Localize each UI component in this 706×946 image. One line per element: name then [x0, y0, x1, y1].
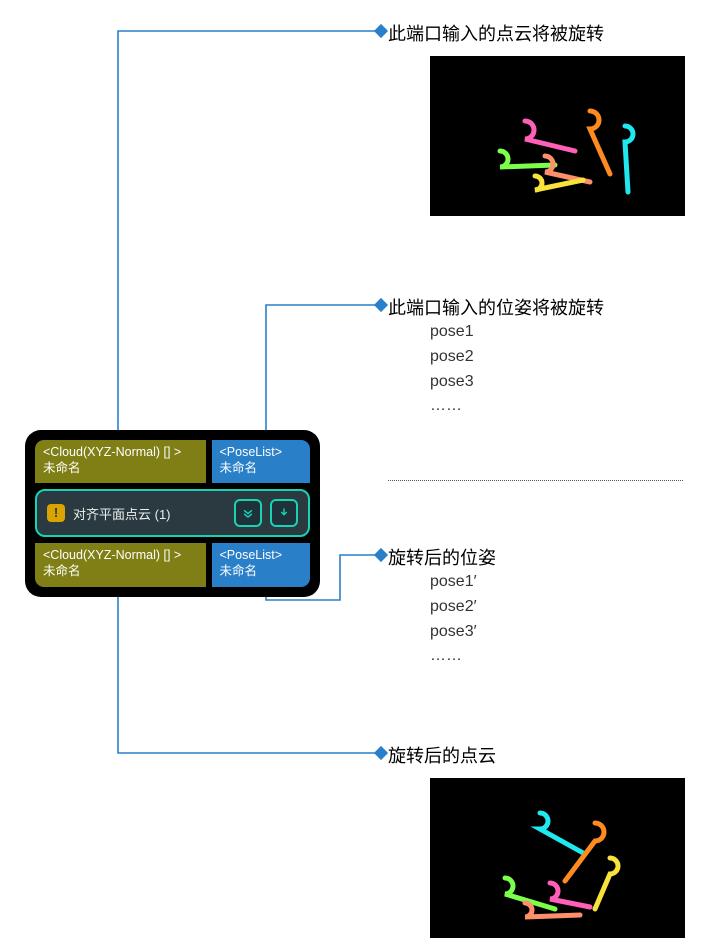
port-name: 未命名 — [43, 461, 198, 477]
diamond-marker — [374, 298, 388, 312]
port-name: 未命名 — [43, 564, 198, 580]
port-name: 未命名 — [220, 564, 303, 580]
annotation-heading: 旋转后的点云 — [388, 742, 685, 768]
annotation-output-pose: 旋转后的位姿 pose1′ pose2′ pose3′ …… — [388, 544, 496, 669]
annotation-line: pose2 — [430, 345, 604, 370]
diamond-marker — [374, 746, 388, 760]
port-type: <Cloud(XYZ-Normal) [] > — [43, 445, 198, 461]
input-port-cloud[interactable]: <Cloud(XYZ-Normal) [] > 未命名 — [35, 440, 206, 483]
node-title-bar[interactable]: ! 对齐平面点云 (1) — [35, 489, 310, 537]
annotation-line: pose2′ — [430, 595, 496, 620]
input-port-pose[interactable]: <PoseList> 未命名 — [212, 440, 311, 483]
annotation-line: pose3′ — [430, 620, 496, 645]
annotation-line: …… — [430, 644, 496, 669]
diamond-marker — [374, 24, 388, 38]
annotation-line: pose1 — [430, 320, 604, 345]
diamond-marker — [374, 548, 388, 562]
port-name: 未命名 — [220, 461, 303, 477]
annotation-heading: 此端口输入的位姿将被旋转 — [388, 294, 604, 320]
section-divider — [388, 480, 683, 481]
pointcloud-preview-after — [430, 778, 685, 938]
node-input-row: <Cloud(XYZ-Normal) [] > 未命名 <PoseList> 未… — [35, 440, 310, 483]
collapse-button[interactable] — [270, 499, 298, 527]
port-type: <PoseList> — [220, 548, 303, 564]
port-type: <PoseList> — [220, 445, 303, 461]
port-type: <Cloud(XYZ-Normal) [] > — [43, 548, 198, 564]
annotation-input-cloud: 此端口输入的点云将被旋转 — [388, 20, 685, 216]
warning-icon: ! — [47, 504, 65, 522]
annotation-heading: 旋转后的位姿 — [388, 544, 496, 570]
annotation-line: pose1′ — [430, 570, 496, 595]
node-title: 对齐平面点云 (1) — [73, 504, 226, 523]
expand-button[interactable] — [234, 499, 262, 527]
annotation-line: pose3 — [430, 370, 604, 395]
pointcloud-preview-before — [430, 56, 685, 216]
annotation-output-cloud: 旋转后的点云 — [388, 742, 685, 938]
annotation-input-pose: 此端口输入的位姿将被旋转 pose1 pose2 pose3 …… — [388, 294, 604, 419]
output-port-cloud[interactable]: <Cloud(XYZ-Normal) [] > 未命名 — [35, 543, 206, 586]
vision-node: <Cloud(XYZ-Normal) [] > 未命名 <PoseList> 未… — [25, 430, 320, 597]
node-output-row: <Cloud(XYZ-Normal) [] > 未命名 <PoseList> 未… — [35, 543, 310, 586]
annotation-line: …… — [430, 394, 604, 419]
output-port-pose[interactable]: <PoseList> 未命名 — [212, 543, 311, 586]
annotation-heading: 此端口输入的点云将被旋转 — [388, 20, 685, 46]
